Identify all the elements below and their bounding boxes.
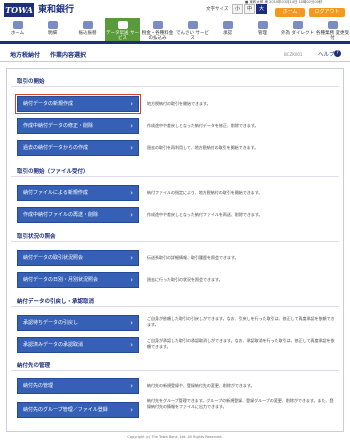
edit-draft-payment-button[interactable]: 作成中納付データの修正・削除 › [17, 118, 139, 134]
new-payment-data-button[interactable]: 納付データの新規作成 › [15, 94, 141, 114]
fontsize-large-button[interactable]: 大 [256, 4, 267, 14]
menu-description: 納付先の新規登録や、登録納付先の変更、削除ができます。 [147, 383, 255, 388]
home-icon [12, 21, 23, 29]
task-menu-panel: 取引の開始 納付データの新規作成 › 地方税納付の取引を開始できます。 作成中納付… [6, 68, 344, 432]
statement-icon [47, 21, 58, 29]
nav-transfer[interactable]: 振込振替 [70, 18, 105, 41]
chevron-right-icon: › [130, 122, 133, 130]
menu-description: 伝送系取引の詳細情報、取引履歴を照会できます。 [147, 255, 239, 260]
settings-icon [327, 21, 338, 29]
divider [11, 241, 339, 242]
menu-description: ご自身が依頼した取引の引戻しができます。なお、引戻しを行った取引は、修正して再度… [147, 316, 335, 327]
menu-description: 作成途中や差戻しとなった納付データを修正、削除できます。 [147, 123, 259, 128]
nav-statement[interactable]: 明細 [35, 18, 70, 41]
menu-description: 過去に行った取引の状況を照会できます。 [147, 277, 223, 282]
menu-description: 納付先をグループ管理できます。グループの新規登録、登録グループの変更、削除ができ… [147, 398, 334, 409]
chevron-right-icon: › [130, 254, 133, 262]
section-title-inquiry: 取引状況の照会 [17, 234, 56, 240]
copyright: Copyright (c) The Towa Bank, Ltd. All Ri… [127, 435, 223, 439]
nav-densai[interactable]: でんさい サービス [175, 18, 210, 41]
section-title-file: 取引の開始（ファイル受付） [17, 169, 89, 175]
home-button[interactable]: ホーム [275, 8, 305, 17]
help-icon[interactable]: ? [334, 50, 341, 57]
global-nav: ホーム 明細 振込振替 データ伝送 サービス 税金・各種料金の払込み でんさい … [0, 18, 350, 44]
breadcrumb-category: 地方税納付 [10, 52, 41, 59]
section-title-recall: 納付データの引戻し・承認取消 [17, 299, 95, 305]
menu-description: 地方税納付の取引を開始できます。 [147, 101, 211, 106]
forex-icon [292, 21, 303, 29]
tax-icon [152, 21, 163, 29]
divider [11, 370, 339, 371]
screen-id: BCZK001 [284, 52, 303, 57]
chevron-right-icon: › [130, 144, 133, 152]
menu-description: 納付ファイルの指定により、地方税納付の取引を開始できます。 [147, 190, 263, 195]
menu-description: ご自身が承認した取引の承認取消しができます。なお、承認取消を行った取引は、修正し… [147, 338, 335, 349]
nav-forex[interactable]: 外為 ダイレクト [280, 18, 315, 41]
nav-data-transmission[interactable]: データ伝送 サービス [105, 18, 140, 41]
section-title-payee: 納付先の管理 [17, 363, 51, 369]
chevron-right-icon: › [130, 211, 133, 219]
daily-monthly-inquiry-button[interactable]: 納付データの日別・月別状況照会 › [17, 272, 139, 288]
create-from-past-button[interactable]: 過去の納付データからの作成 › [17, 140, 139, 156]
payee-group-button[interactable]: 納付先のグループ管理／ファイル登録 › [17, 402, 139, 418]
divider [11, 306, 339, 307]
densai-icon [187, 21, 198, 29]
nav-tax[interactable]: 税金・各種料金の払込み [140, 18, 175, 41]
chevron-right-icon: › [130, 319, 133, 327]
chevron-right-icon: › [130, 382, 133, 390]
menu-description: 作成途中や差戻しとなった納付ファイルを再送、削除できます。 [147, 212, 263, 217]
payee-management-button[interactable]: 納付先の管理 › [17, 378, 139, 394]
help-link[interactable]: ヘルプ [318, 50, 335, 58]
fontsize-label: 文字サイズ [206, 7, 229, 12]
fontsize-medium-button[interactable]: 中 [244, 4, 255, 14]
nav-approval[interactable]: 承認 [210, 18, 245, 41]
section-title-start: 取引の開始 [17, 79, 45, 85]
resend-file-button[interactable]: 作成中納付ファイルの再送・削除 › [17, 207, 139, 223]
page-title: 作業内容選択 [50, 52, 87, 59]
chevron-right-icon: › [130, 341, 133, 349]
fontsize-small-button[interactable]: 小 [232, 4, 243, 14]
cancel-approval-button[interactable]: 承認済みデータの承認取消 › [17, 337, 139, 353]
divider [11, 176, 339, 177]
chevron-right-icon: › [130, 406, 133, 414]
approval-icon [222, 21, 233, 29]
chevron-right-icon: › [130, 100, 133, 108]
new-from-file-button[interactable]: 納付ファイルによる新規作成 › [17, 185, 139, 201]
admin-icon [257, 21, 268, 29]
recall-pending-button[interactable]: 承認待ちデータの引戻し › [17, 315, 139, 331]
divider [11, 86, 339, 87]
status-inquiry-button[interactable]: 納付データの取引状況照会 › [17, 250, 139, 266]
transfer-icon [82, 21, 93, 29]
bank-name: 東和銀行 [38, 5, 75, 15]
bank-logo: TOWA [4, 3, 34, 17]
menu-description: 過去の取引を再利用して、地方税納付の取引を開始できます。 [147, 145, 259, 150]
nav-admin[interactable]: 管理 [245, 18, 280, 41]
nav-settings[interactable]: 各種業務 変更受付 [315, 18, 350, 41]
nav-home[interactable]: ホーム [0, 18, 35, 41]
breadcrumb: 地方税納付 作業内容選択 BCZK001 ヘルプ ? [0, 46, 350, 62]
chevron-right-icon: › [130, 189, 133, 197]
data-transmission-icon [117, 21, 128, 29]
chevron-right-icon: › [130, 276, 133, 284]
logout-button[interactable]: ログアウト [309, 8, 345, 17]
